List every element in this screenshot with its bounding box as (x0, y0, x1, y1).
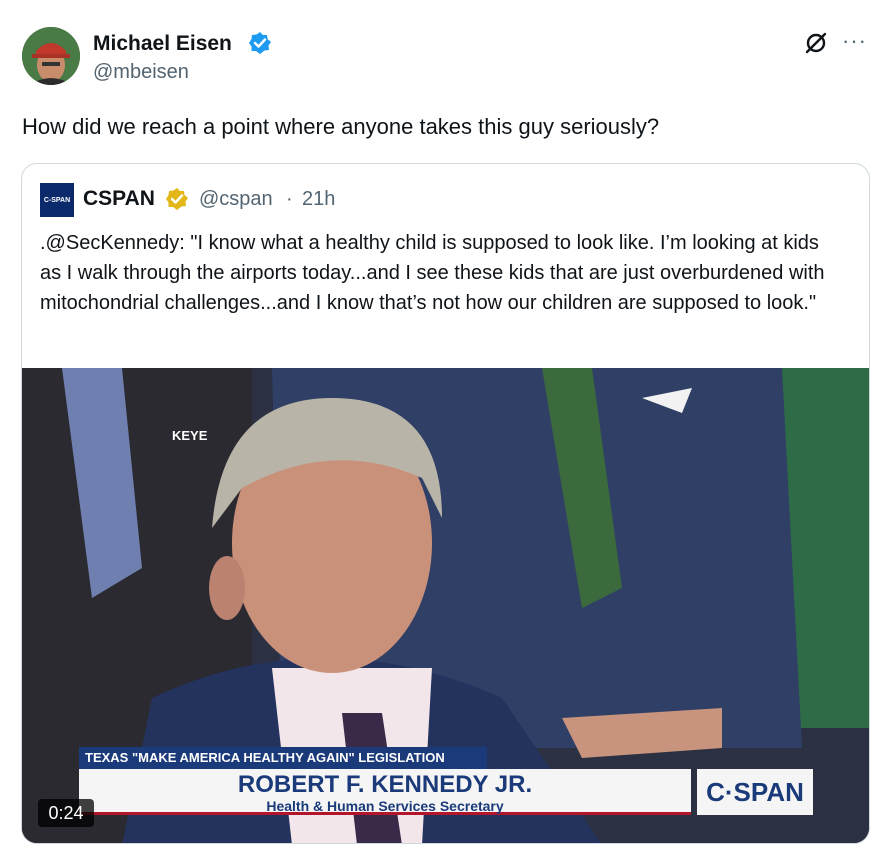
speaker-title: Health & Human Services Secretary (266, 798, 504, 814)
author-name[interactable]: Michael Eisen (93, 32, 232, 56)
quoted-timestamp[interactable]: 21h (302, 188, 335, 211)
author-avatar[interactable] (22, 27, 80, 85)
quoted-tweet[interactable]: C-SPAN CSPAN @cspan · 21h .@SecKennedy: … (21, 163, 870, 844)
grok-icon[interactable] (803, 30, 829, 56)
gold-verified-badge-icon (165, 187, 189, 211)
author-handle[interactable]: @mbeisen (93, 61, 189, 84)
quoted-author-handle[interactable]: @cspan (199, 188, 273, 211)
more-options-button[interactable]: ··· (842, 28, 867, 54)
speaker-name: ROBERT F. KENNEDY JR. (237, 771, 533, 798)
video-player[interactable]: KEYE TEXAS "MAKE AMERICA HEALTHY AGAIN" … (22, 368, 869, 843)
station-label: KEYE (172, 428, 208, 443)
lower-third-topic: TEXAS "MAKE AMERICA HEALTHY AGAIN" LEGIS… (79, 747, 487, 769)
separator-dot: · (286, 188, 293, 210)
video-duration: 0:24 (38, 799, 94, 827)
quoted-tweet-text: .@SecKennedy: "I know what a healthy chi… (40, 232, 825, 314)
quoted-author-name[interactable]: CSPAN (83, 187, 155, 211)
verified-badge-icon (248, 31, 272, 55)
cspan-logo: C·SPAN (697, 769, 813, 815)
cspan-avatar[interactable]: C-SPAN (40, 183, 74, 217)
tweet-text: How did we reach a point where anyone ta… (22, 114, 660, 139)
lower-third-nameplate: ROBERT F. KENNEDY JR. Health & Human Ser… (79, 769, 691, 815)
